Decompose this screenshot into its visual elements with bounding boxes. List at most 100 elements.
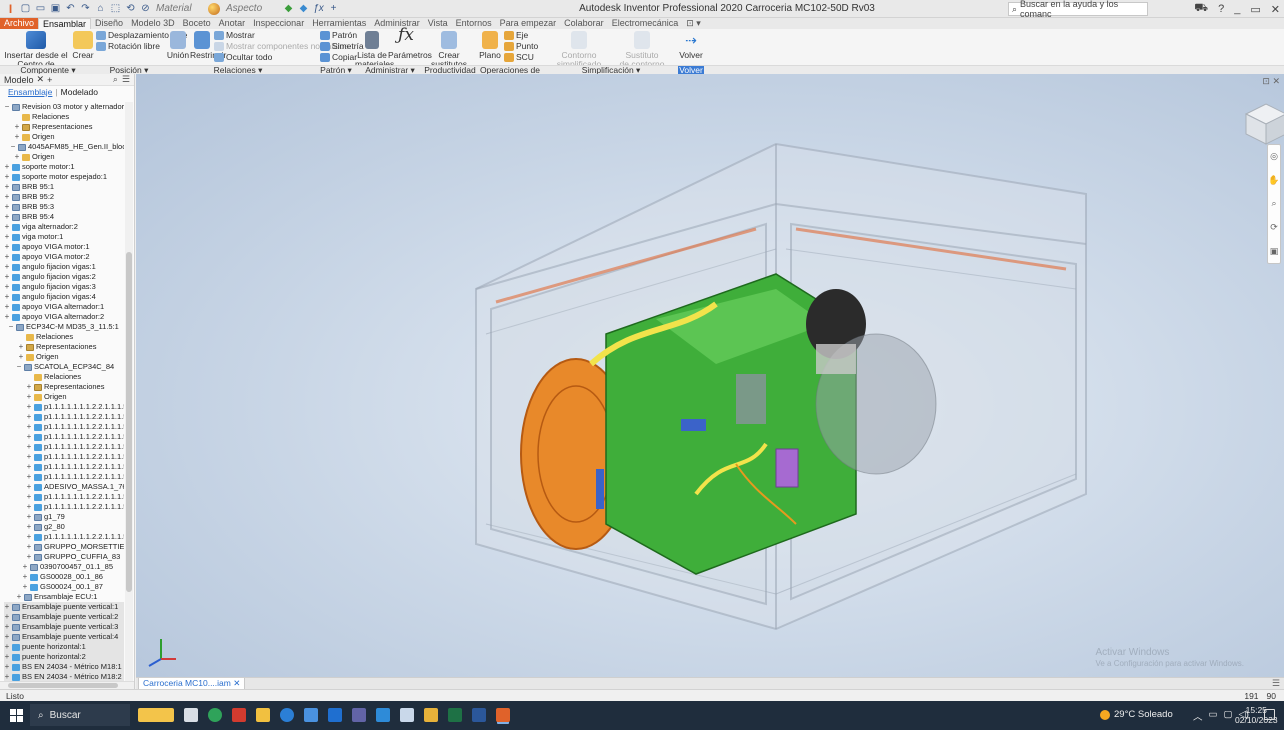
menu-tab-10[interactable]: Entornos: [452, 18, 496, 29]
tree-node[interactable]: + g2_80: [26, 522, 65, 532]
tree-node[interactable]: + angulo fijacion vigas:1: [4, 262, 96, 272]
expand-toggle-icon[interactable]: +: [4, 262, 10, 272]
tree-node[interactable]: + apoyo VIGA alternador:2: [4, 312, 104, 322]
tree-node[interactable]: + GS00028_00.1_86: [22, 572, 103, 582]
chrome-2-icon[interactable]: [280, 708, 294, 722]
tree-node[interactable]: − SCATOLA_ECP34C_84: [16, 362, 115, 372]
menu-tab-1[interactable]: Ensamblar: [38, 18, 92, 29]
tree-node[interactable]: + Representaciones: [18, 342, 97, 352]
autodesk-icon[interactable]: [424, 708, 438, 722]
copy-button[interactable]: Copiar: [320, 53, 357, 62]
tree-node[interactable]: + BRB 95:4: [4, 212, 54, 222]
expand-toggle-icon[interactable]: +: [4, 202, 10, 212]
tree-node[interactable]: + g1_79: [26, 512, 65, 522]
expand-toggle-icon[interactable]: +: [26, 512, 32, 522]
menu-tab-9[interactable]: Vista: [424, 18, 452, 29]
tree-node[interactable]: Relaciones: [26, 372, 81, 382]
document-menu-icon[interactable]: ☰: [1272, 678, 1280, 689]
viewport-maximize-icon[interactable]: ⊡ ✕: [1262, 76, 1280, 87]
tree-node[interactable]: + p1.1.1.1.1.1.1.2.2.1.1.1.5_: [26, 422, 124, 432]
expand-toggle-icon[interactable]: +: [16, 592, 22, 602]
expand-toggle-icon[interactable]: +: [4, 612, 10, 622]
menu-tab-3[interactable]: Modelo 3D: [127, 18, 179, 29]
expand-toggle-icon[interactable]: +: [4, 602, 10, 612]
expand-toggle-icon[interactable]: +: [26, 522, 32, 532]
steering-wheel-icon[interactable]: ◎: [1270, 151, 1278, 162]
tree-node[interactable]: + angulo fijacion vigas:2: [4, 272, 96, 282]
menu-tab-0[interactable]: Archivo: [0, 18, 39, 29]
expand-toggle-icon[interactable]: +: [26, 412, 32, 422]
tree-node[interactable]: + p1.1.1.1.1.1.1.2.2.1.1.1.5_: [26, 402, 124, 412]
tray-chevron-icon[interactable]: ︿: [1193, 709, 1203, 723]
menu-tab-2[interactable]: Diseño: [91, 18, 127, 29]
expand-toggle-icon[interactable]: +: [26, 492, 32, 502]
redo-icon[interactable]: ↷: [79, 2, 92, 15]
open-icon[interactable]: ▭: [34, 2, 47, 15]
expand-toggle-icon[interactable]: +: [4, 662, 10, 672]
tree-node[interactable]: + Origen: [14, 132, 55, 142]
tree-node[interactable]: + Origen: [18, 352, 59, 362]
expand-toggle-icon[interactable]: +: [4, 282, 10, 292]
expand-toggle-icon[interactable]: +: [26, 482, 32, 492]
paint-icon[interactable]: [400, 708, 414, 722]
zoom-icon[interactable]: ⌕: [1271, 198, 1276, 209]
network-icon[interactable]: ▭: [1209, 709, 1218, 723]
teams-icon[interactable]: [352, 708, 366, 722]
acrobat-icon[interactable]: [232, 708, 246, 722]
tree-node[interactable]: − ECP34C-M MD35_3_11.5:1: [8, 322, 119, 332]
expand-toggle-icon[interactable]: +: [4, 212, 10, 222]
expand-toggle-icon[interactable]: +: [14, 152, 20, 162]
tree-node[interactable]: + p1.1.1.1.1.1.1.2.2.1.1.1.5_: [26, 472, 124, 482]
parameters-button[interactable]: ƒx Parámetros: [388, 27, 432, 60]
save-icon[interactable]: ▣: [49, 2, 62, 15]
expand-toggle-icon[interactable]: +: [26, 552, 32, 562]
expand-toggle-icon[interactable]: +: [26, 532, 32, 542]
weather-widget[interactable]: 29°C Soleado: [1100, 709, 1173, 720]
plane-button[interactable]: Plano: [478, 31, 502, 60]
tree-node[interactable]: + GRUPPO_MORSETTIERA.1_: [26, 542, 124, 552]
expand-toggle-icon[interactable]: +: [26, 452, 32, 462]
ucs-button[interactable]: SCU: [504, 53, 534, 62]
tree-node[interactable]: + Ensamblaje puente vertical:1: [4, 602, 124, 612]
tree-node[interactable]: + GS00024_00.1_87: [22, 582, 103, 592]
expand-toggle-icon[interactable]: +: [14, 122, 20, 132]
task-view-icon[interactable]: [184, 708, 198, 722]
taskbar-search[interactable]: ⌕ Buscar: [30, 704, 130, 726]
joint-button[interactable]: Unión: [166, 31, 190, 60]
word-icon[interactable]: [472, 708, 486, 722]
point-button[interactable]: Punto: [504, 42, 538, 51]
tree-node[interactable]: +0390700457_01.1_85: [22, 562, 113, 572]
tree-node[interactable]: + apoyo VIGA motor:1: [4, 242, 90, 252]
menu-tab-13[interactable]: Electromecánica: [608, 18, 683, 29]
expand-toggle-icon[interactable]: +: [14, 132, 20, 142]
free-rotate-button[interactable]: Rotación libre: [96, 42, 160, 51]
color-override-icon[interactable]: ◆: [282, 2, 295, 15]
menu-tab-12[interactable]: Colaborar: [560, 18, 608, 29]
hide-all-button[interactable]: Ocultar todo: [214, 53, 272, 62]
expand-toggle-icon[interactable]: +: [4, 292, 10, 302]
expand-toggle-icon[interactable]: +: [26, 472, 32, 482]
show-button[interactable]: Mostrar: [214, 31, 255, 40]
tree-node[interactable]: + p1.1.1.1.1.1.1.2.2.1.1.1.5_: [26, 442, 124, 452]
tree-node[interactable]: + viga motor:1: [4, 232, 64, 242]
browser-h-scrollbar[interactable]: [0, 681, 134, 689]
browser-scrollbar[interactable]: [125, 102, 133, 684]
bom-button[interactable]: Lista de materiales: [355, 31, 394, 69]
no-material-icon[interactable]: ⊘: [139, 2, 152, 15]
tree-node[interactable]: + p1.1.1.1.1.1.1.2.2.1.1.1.5_: [26, 492, 124, 502]
expand-toggle-icon[interactable]: +: [4, 642, 10, 652]
tree-node[interactable]: Relaciones: [18, 332, 73, 342]
tree-node[interactable]: + p1.1.1.1.1.1.1.2.2.1.1.1.5_: [26, 452, 124, 462]
expand-toggle-icon[interactable]: +: [4, 312, 10, 322]
help-search-field[interactable]: ⌕ Buscar en la ayuda y los comanc: [1008, 0, 1148, 19]
browser-add-icon[interactable]: +: [47, 75, 52, 85]
expand-toggle-icon[interactable]: −: [10, 142, 16, 152]
expand-toggle-icon[interactable]: −: [8, 322, 14, 332]
tree-node[interactable]: + p1.1.1.1.1.1.1.2.2.1.1.1.5_: [26, 432, 124, 442]
select-icon[interactable]: ⬚: [109, 2, 122, 15]
expand-toggle-icon[interactable]: +: [4, 162, 10, 172]
restore-button[interactable]: ▭: [1250, 3, 1260, 16]
appearance-dropdown[interactable]: Aspecto: [226, 3, 280, 14]
expand-toggle-icon[interactable]: +: [18, 342, 24, 352]
tree-node[interactable]: + p1.1.1.1.1.1.1.2.2.1.1.1.5_: [26, 532, 124, 542]
